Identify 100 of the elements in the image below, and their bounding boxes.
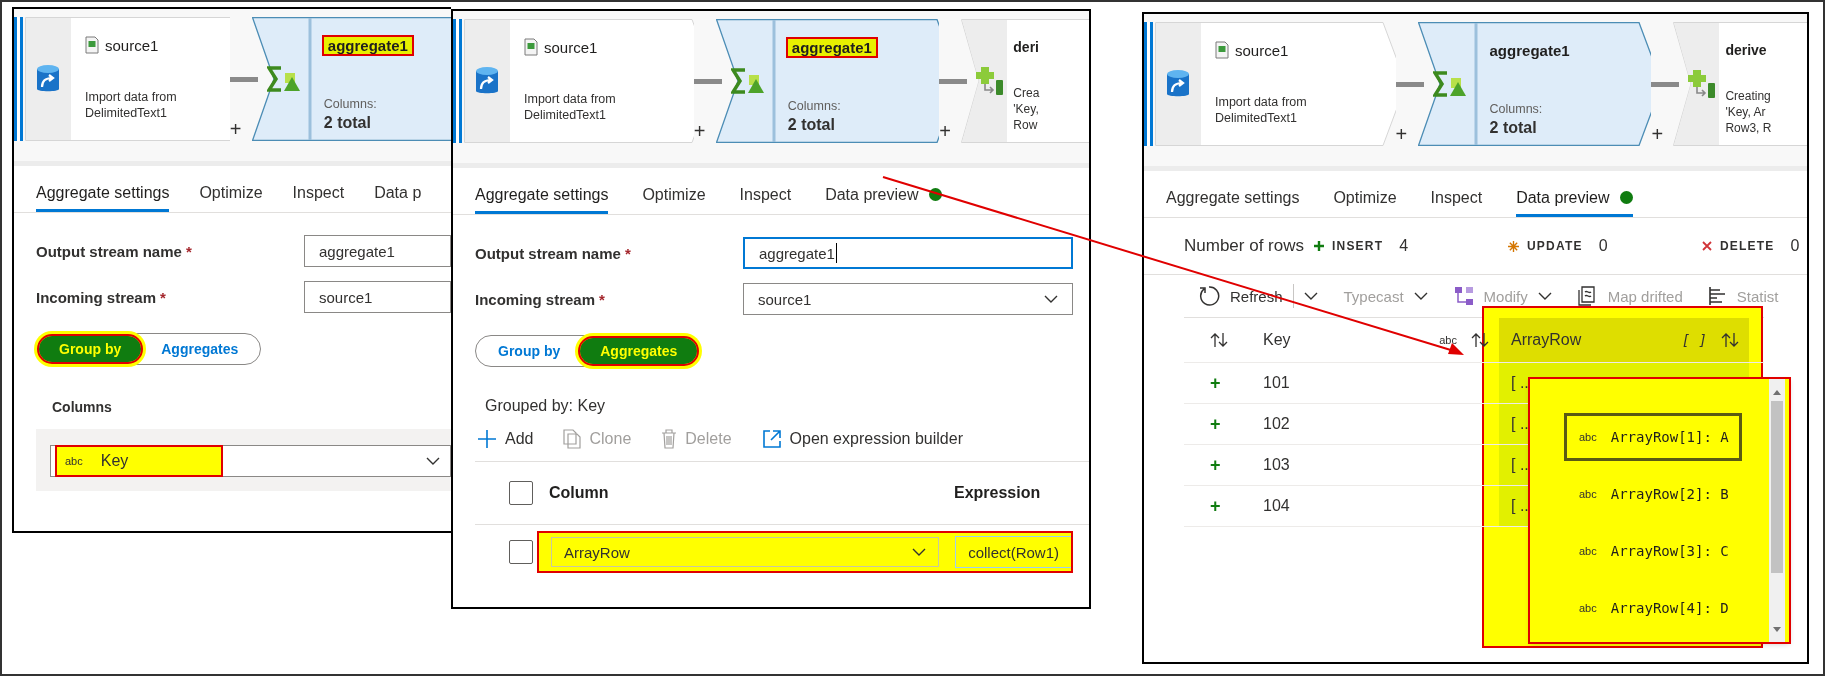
chevron-down-icon bbox=[1303, 292, 1318, 300]
column-header: Column bbox=[549, 484, 610, 502]
source-node[interactable]: source1 Import data from DelimitedText1 bbox=[464, 19, 694, 143]
tab[interactable]: Optimize bbox=[642, 168, 706, 214]
tab[interactable]: Aggregate settings bbox=[36, 166, 170, 212]
column-header: Key bbox=[1263, 331, 1291, 349]
chevron-down-icon bbox=[912, 548, 927, 556]
type-label: abc bbox=[1439, 334, 1457, 346]
trash-icon bbox=[661, 429, 678, 449]
count-label: INSERT bbox=[1332, 239, 1384, 253]
table-cell: [ .. bbox=[1511, 497, 1529, 515]
source-node[interactable]: source1 Import data from DelimitedText1 bbox=[25, 17, 230, 141]
row-marker: + bbox=[1210, 413, 1221, 435]
checkbox[interactable] bbox=[509, 540, 533, 564]
connector bbox=[1651, 82, 1680, 87]
count-label: DELETE bbox=[1720, 239, 1775, 253]
aggregate-node[interactable]: aggregate1 Columns: 2 total bbox=[251, 17, 451, 141]
toggle-option[interactable]: Aggregates bbox=[141, 336, 259, 362]
tab[interactable]: Data preview bbox=[825, 168, 942, 214]
field-label: Output stream name * bbox=[475, 244, 632, 262]
array-item[interactable]: abc ArrayRow[4]: D bbox=[1564, 583, 1742, 632]
array-item[interactable]: abc ArrayRow[3]: C bbox=[1564, 526, 1742, 575]
node-title: source1 bbox=[105, 36, 159, 54]
count-label: UPDATE bbox=[1527, 239, 1583, 253]
connector bbox=[693, 79, 722, 84]
connector bbox=[939, 79, 968, 84]
expression-field[interactable]: collect(Row1) bbox=[955, 536, 1071, 568]
text-field[interactable]: aggregate1 bbox=[304, 235, 451, 267]
count-value: 4 bbox=[1399, 237, 1409, 255]
text-field[interactable]: aggregate1 bbox=[743, 237, 1073, 269]
tab[interactable]: Inspect bbox=[1430, 171, 1483, 217]
toggle-option[interactable]: Group by bbox=[478, 338, 581, 364]
asterisk-icon bbox=[1508, 240, 1519, 252]
columns-icon bbox=[1687, 69, 1718, 99]
count-value: 0 bbox=[1598, 237, 1608, 255]
database-icon bbox=[1166, 69, 1190, 99]
tab[interactable]: Inspect bbox=[739, 168, 792, 214]
node-title: deri bbox=[1013, 39, 1039, 55]
add-button[interactable]: + bbox=[1395, 124, 1408, 144]
type-label: [ ] bbox=[1681, 332, 1707, 348]
column-dropdown[interactable]: abc Key bbox=[50, 445, 451, 477]
chevron-down-icon bbox=[1044, 295, 1058, 303]
file-icon bbox=[524, 38, 538, 56]
sum-icon bbox=[266, 65, 303, 93]
chevron-down-icon bbox=[426, 457, 440, 465]
tab[interactable]: Inspect bbox=[292, 166, 345, 212]
add-button[interactable]: + bbox=[939, 121, 951, 141]
tab[interactable]: Data p bbox=[374, 166, 422, 212]
toolbar-button[interactable]: Open expression builder bbox=[761, 429, 963, 449]
column-header: ArrayRow bbox=[1511, 331, 1582, 349]
text-field[interactable]: source1 bbox=[304, 281, 451, 313]
derived-column-node[interactable]: derive Creating 'Key, Ar Row3, R bbox=[1673, 22, 1807, 146]
columns-count: 2 total bbox=[787, 116, 836, 134]
row-marker: + bbox=[1210, 454, 1221, 476]
aggregate-node[interactable]: aggregate1 Columns: 2 total bbox=[1417, 22, 1652, 146]
add-button[interactable]: + bbox=[229, 119, 242, 139]
columns-count: 2 total bbox=[1489, 119, 1538, 137]
source-node[interactable]: source1 Import data from DelimitedText1 bbox=[1155, 22, 1396, 146]
aggregate-node[interactable]: aggregate1 Columns: 2 total bbox=[715, 19, 940, 143]
table-cell: 103 bbox=[1263, 456, 1290, 474]
node-description: Import data from DelimitedText1 bbox=[85, 89, 177, 121]
tab[interactable]: Aggregate settings bbox=[1166, 171, 1300, 217]
database-icon bbox=[36, 64, 60, 94]
toolbar-button[interactable]: Refresh bbox=[1198, 284, 1318, 308]
tab[interactable]: Aggregate settings bbox=[475, 168, 609, 214]
copy-icon bbox=[563, 429, 582, 449]
row-marker: + bbox=[1210, 495, 1221, 517]
node-title: aggregate1 bbox=[787, 38, 876, 56]
count-value: 0 bbox=[1790, 237, 1800, 255]
toolbar-button[interactable]: Add bbox=[477, 429, 534, 449]
array-item[interactable]: abc ArrayRow[1]: A bbox=[1564, 412, 1742, 461]
table-cell: 104 bbox=[1263, 497, 1290, 515]
checkbox[interactable] bbox=[509, 481, 533, 505]
add-button[interactable]: + bbox=[1651, 124, 1664, 144]
sum-icon bbox=[730, 67, 767, 95]
columns-label: Columns: bbox=[1489, 102, 1544, 116]
open-external-icon bbox=[761, 429, 782, 449]
map-drifted-icon bbox=[1577, 286, 1598, 306]
tab[interactable]: Data preview bbox=[1516, 171, 1633, 217]
tab[interactable]: Optimize bbox=[199, 166, 263, 212]
columns-label: Columns: bbox=[787, 99, 842, 113]
section-label: Columns bbox=[52, 399, 113, 415]
node-title: derive bbox=[1725, 42, 1767, 58]
add-button[interactable]: + bbox=[693, 121, 706, 141]
node-title: source1 bbox=[544, 38, 598, 56]
text-cursor bbox=[835, 243, 837, 263]
array-item[interactable]: abc ArrayRow[2]: B bbox=[1564, 469, 1742, 518]
file-icon bbox=[85, 36, 99, 54]
column-dropdown[interactable]: ArrayRow bbox=[551, 537, 940, 567]
plus-icon bbox=[477, 429, 497, 449]
stream-dropdown[interactable]: source1 bbox=[743, 283, 1073, 315]
table-cell: 101 bbox=[1263, 374, 1290, 392]
sort-icon[interactable] bbox=[1210, 332, 1228, 348]
rows-label: Number of rows bbox=[1184, 236, 1305, 256]
tab[interactable]: Optimize bbox=[1333, 171, 1397, 217]
chevron-down-icon bbox=[1413, 292, 1428, 300]
derived-column-node[interactable]: deri Crea 'Key, Row bbox=[961, 19, 1089, 143]
table-cell: 102 bbox=[1263, 415, 1290, 433]
sort-icon[interactable] bbox=[1721, 332, 1739, 348]
sort-icon[interactable] bbox=[1471, 332, 1489, 348]
